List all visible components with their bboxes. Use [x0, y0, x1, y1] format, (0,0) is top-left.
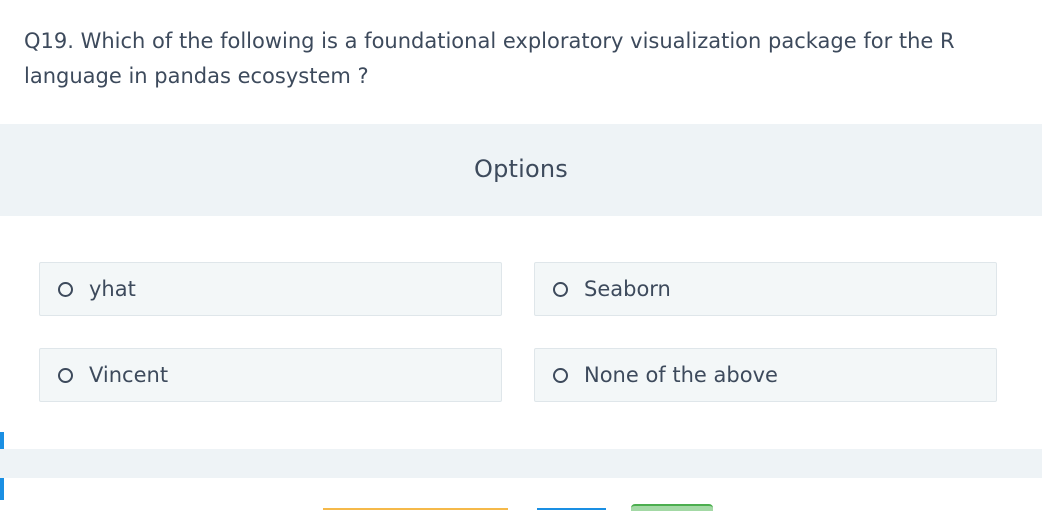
radio-icon[interactable] — [58, 367, 73, 383]
question-text: Q19. Which of the following is a foundat… — [24, 29, 955, 88]
radio-icon[interactable] — [553, 367, 568, 383]
options-header-band: Options — [0, 124, 1042, 216]
option-none-of-the-above[interactable]: None of the above — [534, 348, 997, 402]
option-label: None of the above — [584, 363, 778, 387]
quiz-page: Q19. Which of the following is a foundat… — [0, 0, 1042, 511]
options-title: Options — [473, 155, 568, 183]
option-seaborn[interactable]: Seaborn — [534, 262, 997, 316]
radio-icon[interactable] — [58, 281, 73, 297]
option-yhat[interactable]: yhat — [39, 262, 502, 316]
radio-icon[interactable] — [553, 281, 568, 297]
action-button-partial[interactable] — [631, 504, 713, 511]
bottom-band — [0, 449, 1042, 478]
option-vincent[interactable]: Vincent — [39, 348, 502, 402]
option-label: Vincent — [89, 363, 169, 387]
option-label: Seaborn — [584, 277, 671, 301]
option-label: yhat — [89, 277, 136, 301]
